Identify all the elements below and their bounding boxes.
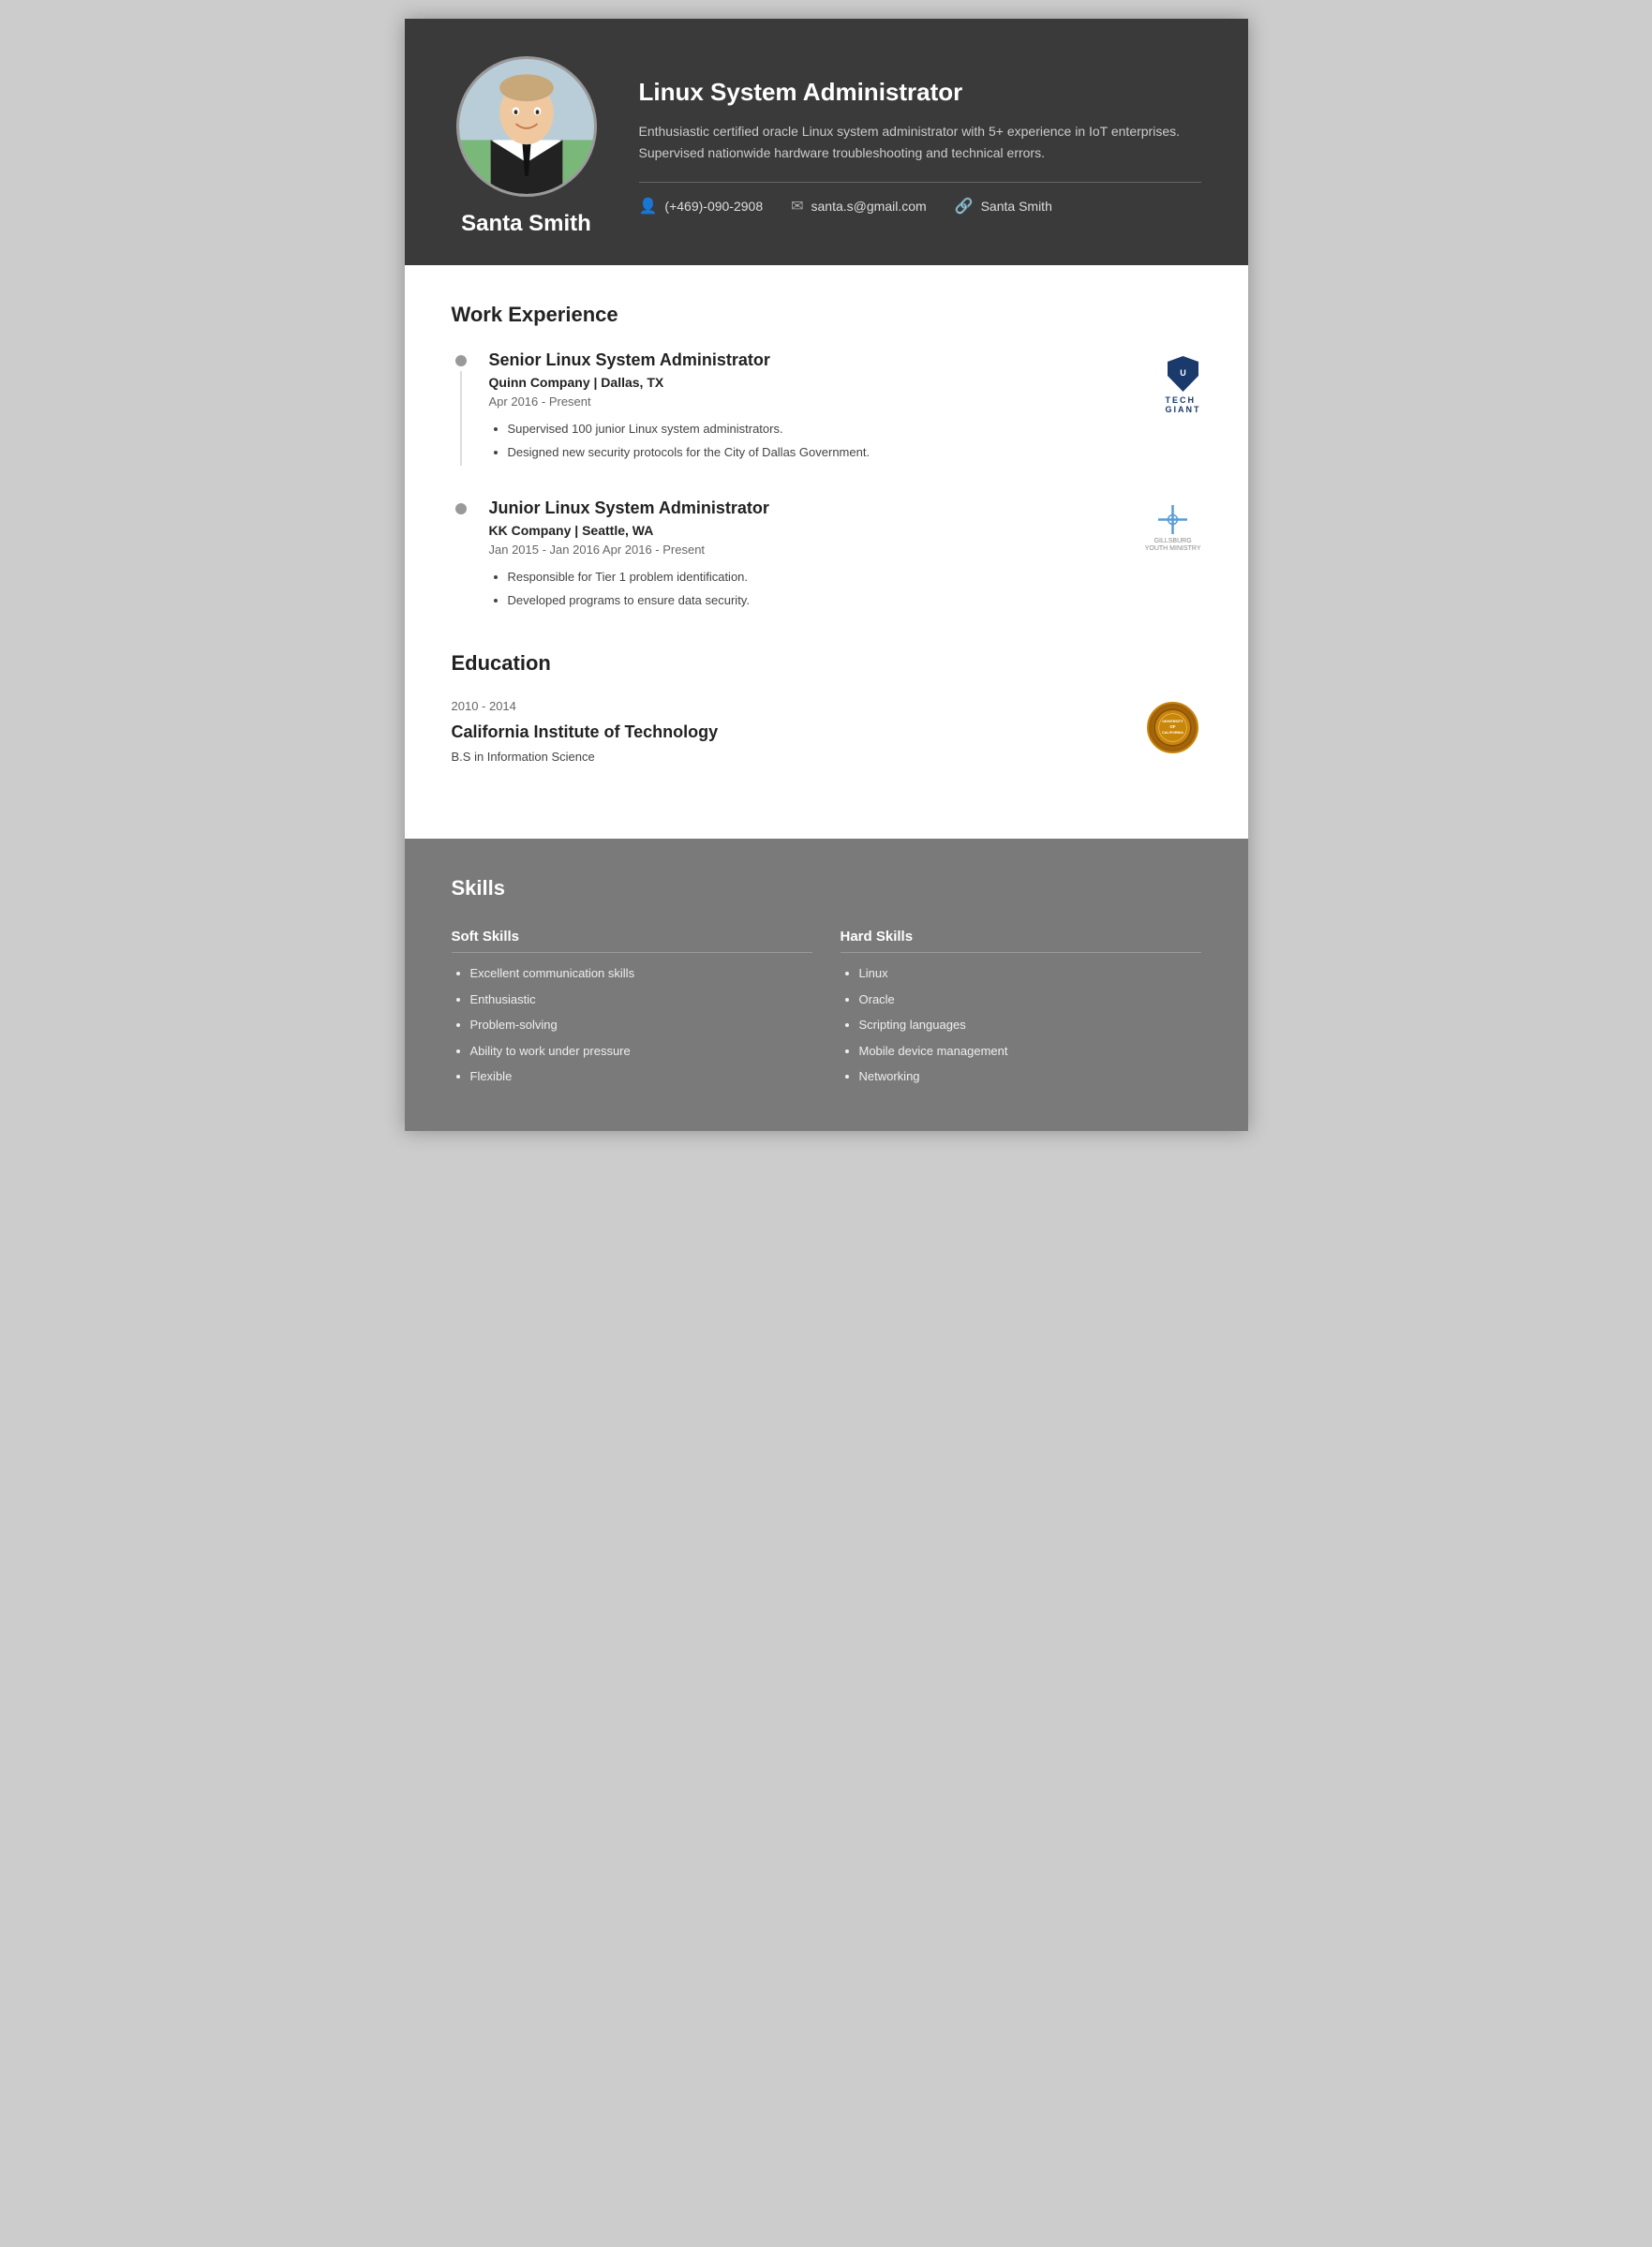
- job-item-2: Junior Linux System Administrator KK Com…: [452, 499, 1201, 614]
- tech-giant-logo: U TECHGIANT: [1166, 355, 1201, 414]
- skills-title: Skills: [452, 876, 1201, 900]
- ministry-logo: GILLSBURGYOUTH MINISTRY: [1145, 503, 1201, 554]
- main-content: Work Experience Senior Linux System Admi…: [405, 265, 1248, 839]
- work-experience-section: Work Experience Senior Linux System Admi…: [452, 303, 1201, 614]
- tech-giant-shield-icon: U: [1167, 355, 1199, 393]
- avatar: [456, 56, 597, 197]
- bullet-2-2: Developed programs to ensure data securi…: [508, 591, 1089, 610]
- university-seal-icon: UNIVERSITY OF CALIFORNIA: [1153, 702, 1192, 753]
- job-bullets-1: Supervised 100 junior Linux system admin…: [489, 420, 1089, 461]
- edu-content-1: 2010 - 2014 California Institute of Tech…: [452, 699, 719, 764]
- hard-skill-1: Linux: [859, 964, 1201, 983]
- tech-giant-text: TECHGIANT: [1166, 395, 1201, 414]
- soft-skill-4: Ability to work under pressure: [470, 1042, 812, 1061]
- hard-skills-list: Linux Oracle Scripting languages Mobile …: [841, 964, 1201, 1086]
- soft-skill-1: Excellent communication skills: [470, 964, 812, 983]
- edu-degree-1: B.S in Information Science: [452, 750, 719, 764]
- phone-number: (+469)-090-2908: [664, 199, 763, 214]
- job-company-2: KK Company | Seattle, WA: [489, 523, 1089, 538]
- job-company-1: Quinn Company | Dallas, TX: [489, 375, 1089, 390]
- timeline: Senior Linux System Administrator Quinn …: [452, 350, 1201, 614]
- edu-dates-1: 2010 - 2014: [452, 699, 719, 713]
- soft-skills-column: Soft Skills Excellent communication skil…: [452, 929, 812, 1094]
- job-dates-1: Apr 2016 - Present: [489, 394, 1089, 409]
- edu-school-1: California Institute of Technology: [452, 722, 719, 742]
- svg-text:UNIVERSITY: UNIVERSITY: [1162, 719, 1183, 722]
- skills-grid: Soft Skills Excellent communication skil…: [452, 929, 1201, 1094]
- timeline-left-2: [452, 499, 470, 614]
- header-right: Linux System Administrator Enthusiastic …: [639, 78, 1201, 216]
- edu-item-1: 2010 - 2014 California Institute of Tech…: [452, 699, 1201, 764]
- header-section: Santa Smith Linux System Administrator E…: [405, 19, 1248, 265]
- job-content-2: Junior Linux System Administrator KK Com…: [489, 499, 1089, 614]
- header-left: Santa Smith: [452, 56, 602, 237]
- hard-skill-3: Scripting languages: [859, 1016, 1201, 1034]
- svg-text:OF: OF: [1169, 723, 1175, 728]
- soft-skill-5: Flexible: [470, 1067, 812, 1086]
- candidate-name: Santa Smith: [461, 211, 591, 237]
- job-title: Linux System Administrator: [639, 78, 1201, 107]
- hard-skills-column: Hard Skills Linux Oracle Scripting langu…: [841, 929, 1201, 1094]
- ministry-cross-icon: [1156, 503, 1189, 536]
- education-section: Education 2010 - 2014 California Institu…: [452, 651, 1201, 801]
- skills-section: Skills Soft Skills Excellent communicati…: [405, 839, 1248, 1131]
- bullet-2-1: Responsible for Tier 1 problem identific…: [508, 568, 1089, 587]
- contact-bar: 👤 (+469)-090-2908 ✉ santa.s@gmail.com 🔗 …: [639, 182, 1201, 216]
- soft-skills-list: Excellent communication skills Enthusias…: [452, 964, 812, 1086]
- timeline-dot-1: [455, 355, 467, 366]
- work-experience-title: Work Experience: [452, 303, 1201, 327]
- linkedin-name: Santa Smith: [981, 199, 1052, 214]
- hard-skill-4: Mobile device management: [859, 1042, 1201, 1061]
- job-dates-2: Jan 2015 - Jan 2016 Apr 2016 - Present: [489, 543, 1089, 557]
- soft-skill-2: Enthusiastic: [470, 990, 812, 1009]
- phone-contact: 👤 (+469)-090-2908: [639, 197, 764, 216]
- timeline-dot-2: [455, 503, 467, 514]
- job-bullets-2: Responsible for Tier 1 problem identific…: [489, 568, 1089, 609]
- job-role-2: Junior Linux System Administrator: [489, 499, 1089, 518]
- job-content-1: Senior Linux System Administrator Quinn …: [489, 350, 1089, 466]
- caltech-seal: UNIVERSITY OF CALIFORNIA: [1147, 702, 1198, 753]
- linkedin-contact: 🔗 Santa Smith: [955, 197, 1052, 216]
- email-address: santa.s@gmail.com: [811, 199, 927, 214]
- svg-text:CALIFORNIA: CALIFORNIA: [1162, 730, 1183, 734]
- resume-container: Santa Smith Linux System Administrator E…: [405, 19, 1248, 1131]
- hard-skill-5: Networking: [859, 1067, 1201, 1086]
- soft-skill-3: Problem-solving: [470, 1016, 812, 1034]
- education-title: Education: [452, 651, 1201, 676]
- company-logo-1: U TECHGIANT: [1108, 350, 1201, 466]
- bullet-1-2: Designed new security protocols for the …: [508, 443, 1089, 462]
- hard-skills-title: Hard Skills: [841, 929, 1201, 953]
- email-contact: ✉ santa.s@gmail.com: [791, 197, 927, 216]
- ministry-text: GILLSBURGYOUTH MINISTRY: [1145, 538, 1201, 554]
- svg-text:U: U: [1180, 368, 1186, 378]
- email-icon: ✉: [791, 197, 803, 216]
- job-item-1: Senior Linux System Administrator Quinn …: [452, 350, 1201, 466]
- linkedin-icon: 🔗: [955, 197, 974, 216]
- timeline-left-1: [452, 350, 470, 466]
- hard-skill-2: Oracle: [859, 990, 1201, 1009]
- edu-logo-1: UNIVERSITY OF CALIFORNIA: [1145, 699, 1201, 755]
- phone-icon: 👤: [639, 197, 658, 216]
- job-role-1: Senior Linux System Administrator: [489, 350, 1089, 370]
- company-logo-2: GILLSBURGYOUTH MINISTRY: [1108, 499, 1201, 614]
- job-summary: Enthusiastic certified oracle Linux syst…: [639, 121, 1201, 163]
- bullet-1-1: Supervised 100 junior Linux system admin…: [508, 420, 1089, 439]
- timeline-line-1: [460, 371, 462, 466]
- soft-skills-title: Soft Skills: [452, 929, 812, 953]
